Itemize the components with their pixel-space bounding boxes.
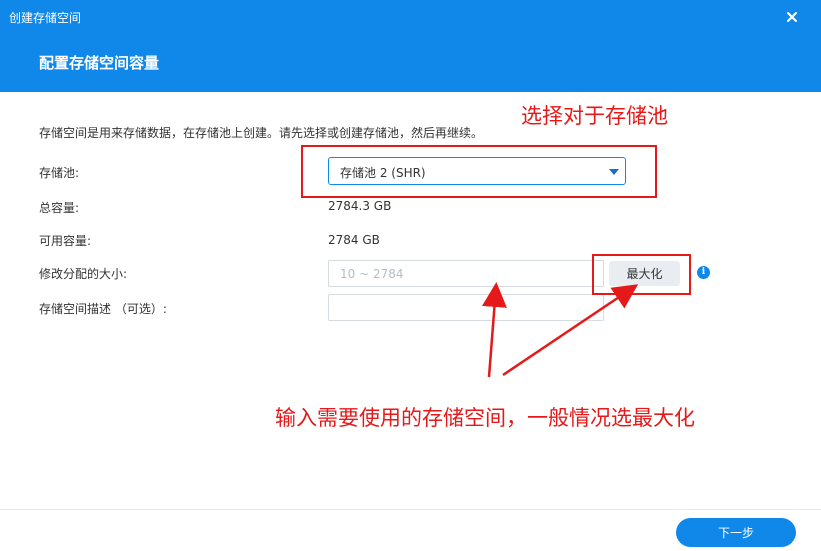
annotation-arrows <box>481 282 639 378</box>
arrow-to-size-input <box>481 282 507 378</box>
arrow-to-maximize-button <box>502 284 639 377</box>
